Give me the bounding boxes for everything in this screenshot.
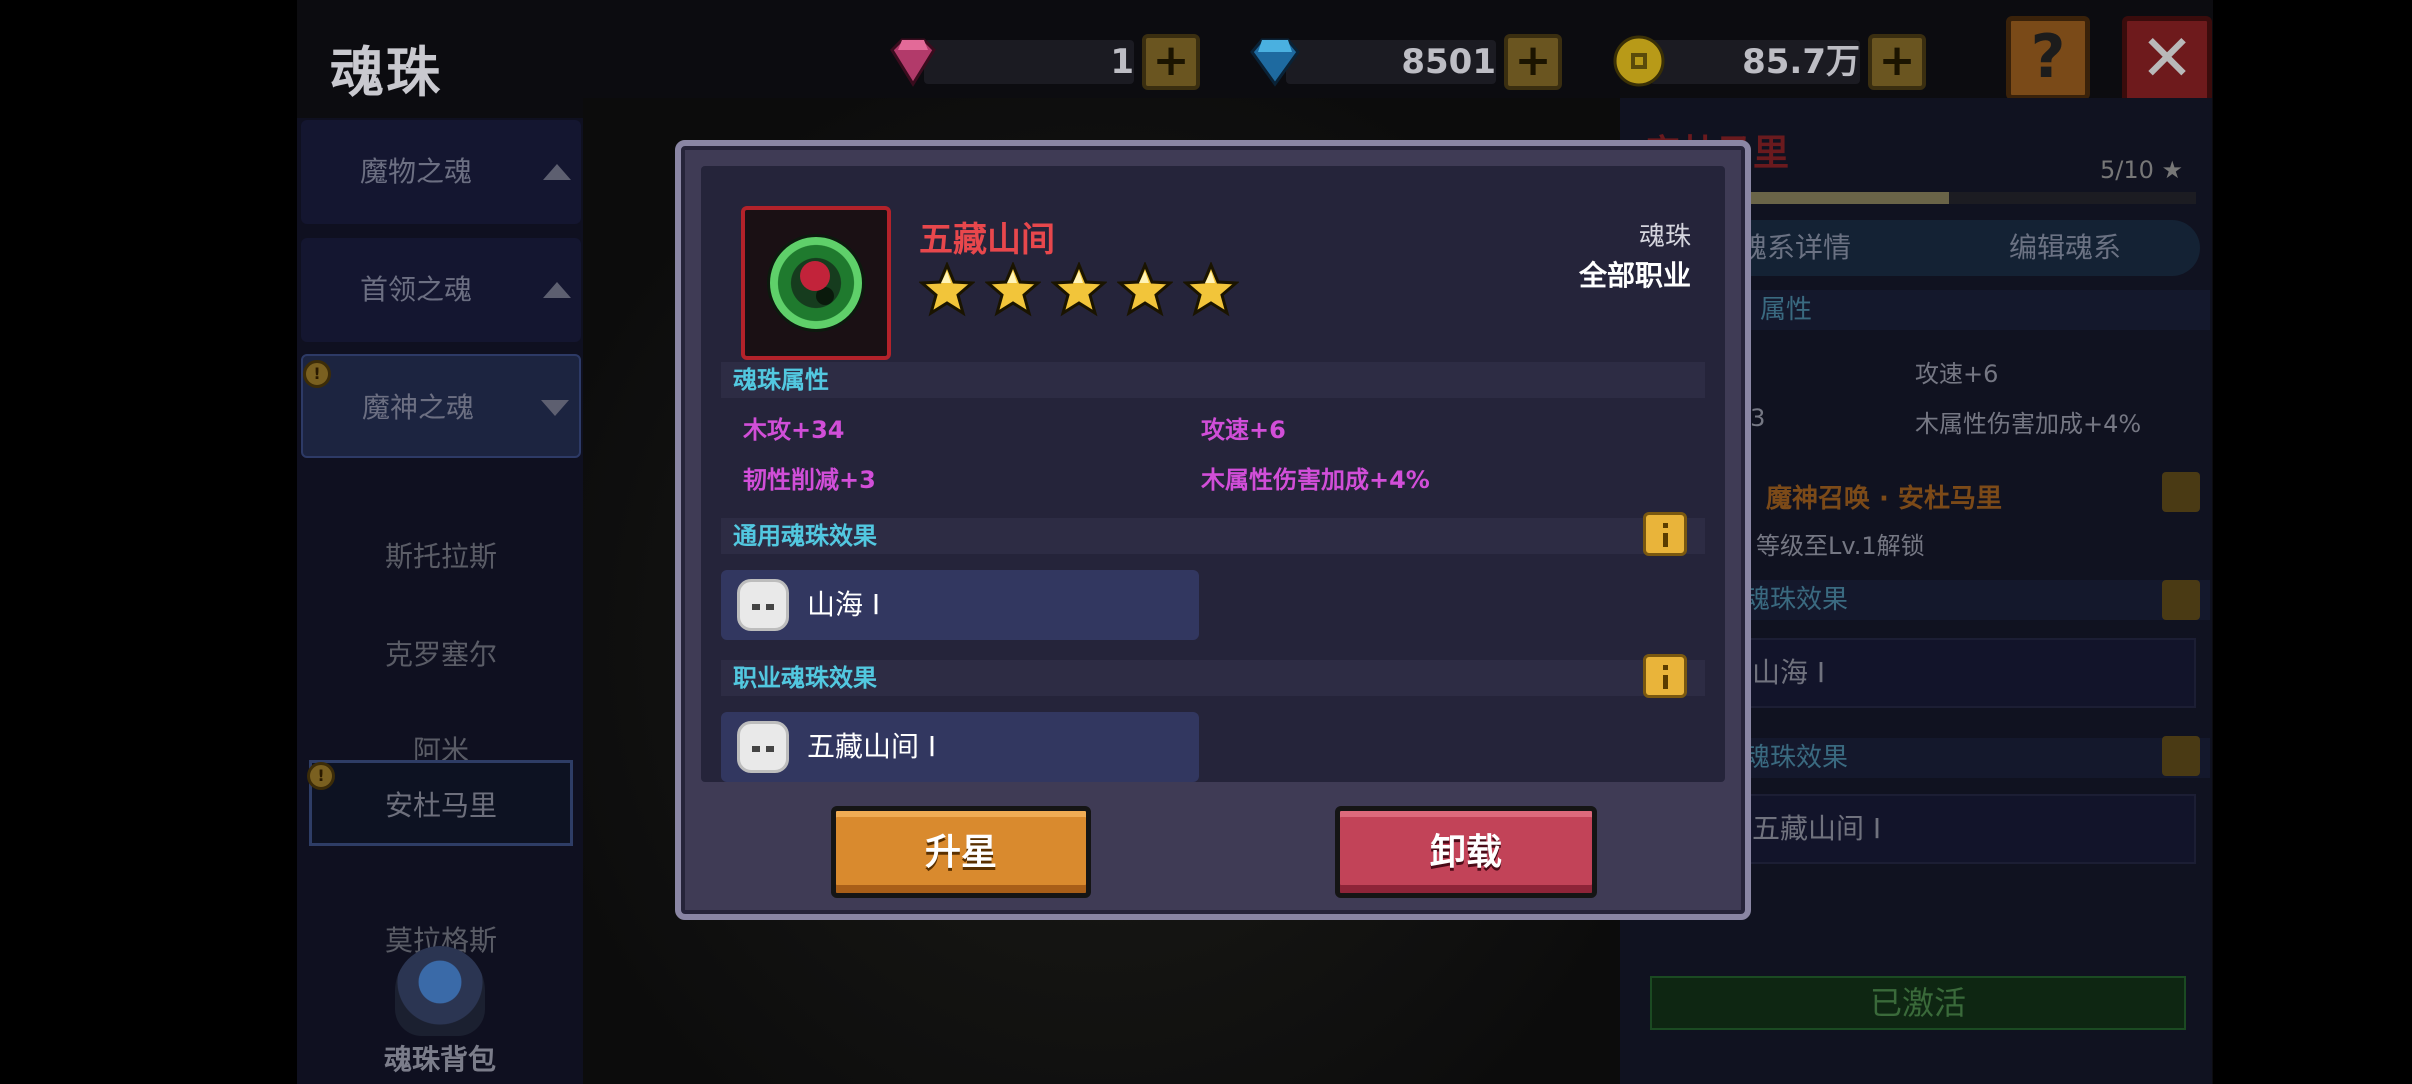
- right-panel-attr: 攻速+6: [1915, 360, 1999, 388]
- attribute-value: 攻速+6: [1201, 416, 1286, 444]
- star-icon: [1116, 261, 1174, 318]
- tab-edit-soul[interactable]: 编辑魂系: [1930, 220, 2200, 276]
- item-name: 五藏山间: [919, 220, 1055, 260]
- star-icon: [1050, 261, 1108, 318]
- chevron-up-icon: [543, 282, 571, 298]
- right-panel-info-icon[interactable]: [2162, 580, 2200, 620]
- right-panel-progress-text: 5/10 ★: [2100, 156, 2184, 184]
- attribute-value: 木攻+34: [743, 416, 845, 444]
- right-panel-info-icon[interactable]: [2162, 736, 2200, 776]
- common-effect-info-icon[interactable]: [1643, 512, 1687, 556]
- help-button[interactable]: ?: [2006, 16, 2090, 100]
- right-panel-attr: 木属性伤害加成+4%: [1915, 410, 2142, 438]
- right-panel-info-icon[interactable]: [2162, 472, 2200, 512]
- alert-badge-icon: !: [307, 762, 335, 790]
- star-icon: [918, 261, 976, 318]
- add-blue-diamond-button[interactable]: +: [1504, 34, 1562, 90]
- gold-coin-value: 85.7万: [1742, 42, 1860, 82]
- soul-orb-icon: [767, 234, 865, 332]
- job-effect-card[interactable]: 五藏山间 Ⅰ: [721, 712, 1199, 782]
- attribute-value: 木属性伤害加成+4%: [1201, 466, 1430, 494]
- job-effect-label: 五藏山间 Ⅰ: [807, 730, 937, 763]
- currency-pink-gem: 1 +: [884, 32, 1200, 90]
- category-monster-soul[interactable]: 魔物之魂: [301, 120, 581, 224]
- chevron-up-icon: [543, 164, 571, 180]
- sidebar-item-crocell[interactable]: 克罗塞尔: [309, 612, 573, 698]
- category-boss-soul[interactable]: 首领之魂: [301, 238, 581, 342]
- blue-diamond-icon: [1250, 38, 1300, 87]
- status-activated: 已激活: [1650, 976, 2186, 1030]
- item-icon-frame: [741, 206, 891, 360]
- skill-face-icon: [737, 579, 789, 631]
- category-label: 首领之魂: [359, 273, 472, 306]
- alert-badge-icon: !: [303, 360, 331, 388]
- attributes-header: 魂珠属性: [721, 362, 1705, 398]
- category-label: 魔神之魂: [361, 391, 474, 424]
- sidebar-item-stolas[interactable]: 斯托拉斯: [309, 514, 573, 600]
- job-effect-info-icon[interactable]: [1643, 654, 1687, 698]
- star-icon: [984, 261, 1042, 318]
- sidebar-item-andromalius[interactable]: 安杜马里: [309, 760, 573, 846]
- bag-label: 魂珠背包: [383, 1043, 496, 1076]
- job-effect-header: 职业魂珠效果: [721, 660, 1705, 696]
- soul-orb-detail-dialog: 五藏山间 魂珠 全部职业 魂珠属性 木攻+34 攻速+6 韧性削减+3 木属性伤…: [675, 140, 1751, 920]
- pink-gem-value: 1: [1110, 42, 1134, 82]
- add-pink-gem-button[interactable]: +: [1142, 34, 1200, 90]
- chevron-down-icon: [541, 400, 569, 416]
- add-gold-coin-button[interactable]: +: [1868, 34, 1926, 90]
- soul-bag-button[interactable]: 魂珠背包: [297, 946, 583, 1078]
- sidebar: 魔物之魂 首领之魂 魔神之魂 ! 斯托拉斯 克罗塞尔 阿米 安杜马里 ! 莫拉格…: [297, 118, 583, 1084]
- gold-coin-icon: [1613, 35, 1665, 87]
- item-type: 魂珠: [1638, 222, 1691, 252]
- dialog-content: 五藏山间 魂珠 全部职业 魂珠属性 木攻+34 攻速+6 韧性削减+3 木属性伤…: [701, 166, 1725, 782]
- common-effect-label: 山海 Ⅰ: [807, 588, 881, 621]
- star-icon: [1182, 261, 1240, 318]
- bag-icon: [395, 946, 485, 1036]
- upgrade-star-button[interactable]: 升星: [831, 806, 1091, 898]
- star-rating: [918, 261, 1249, 318]
- common-effect-header: 通用魂珠效果: [721, 518, 1705, 554]
- skill-face-icon: [737, 721, 789, 773]
- close-button[interactable]: ✕: [2122, 16, 2212, 106]
- category-demon-god-soul[interactable]: 魔神之魂: [301, 354, 581, 458]
- category-label: 魔物之魂: [359, 155, 472, 188]
- unequip-button[interactable]: 卸载: [1335, 806, 1597, 898]
- page-title: 魂珠: [330, 41, 442, 104]
- attribute-value: 韧性削减+3: [743, 466, 876, 494]
- right-panel-summon-title: 魔神召唤 · 安杜马里: [1766, 484, 2002, 514]
- blue-diamond-value: 8501: [1401, 42, 1496, 82]
- item-job-restriction: 全部职业: [1578, 259, 1691, 292]
- pink-gem-icon: [890, 38, 936, 87]
- currency-blue-diamond: 8501 +: [1246, 32, 1562, 90]
- currency-gold-coin: 85.7万 +: [1610, 32, 1926, 90]
- common-effect-card[interactable]: 山海 Ⅰ: [721, 570, 1199, 640]
- right-panel-unlock-text: 等级至Lv.1解锁: [1756, 532, 1925, 560]
